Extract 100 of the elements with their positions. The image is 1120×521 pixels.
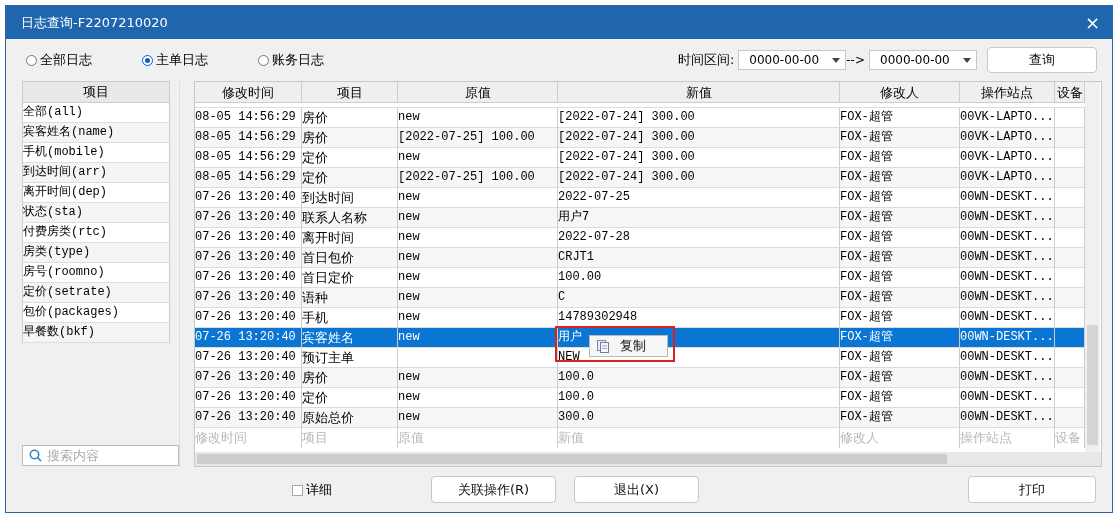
- table-cell: 00WN-DESKT...: [960, 350, 1054, 364]
- item-list-entry[interactable]: 状态(sta): [22, 203, 170, 223]
- table-cell: 00WN-DESKT...: [960, 210, 1054, 224]
- log-type-radio[interactable]: 主单日志: [142, 51, 208, 69]
- table-cell: new: [398, 330, 420, 344]
- item-list-entry[interactable]: 宾客姓名(name): [22, 123, 170, 143]
- detail-checkbox[interactable]: 详细: [292, 481, 332, 499]
- item-list-entry[interactable]: 付费房类(rtc): [22, 223, 170, 243]
- column-header[interactable]: 原值: [398, 82, 558, 103]
- table-cell: FOX-超管: [840, 250, 893, 264]
- item-list-entry[interactable]: 全部(all): [22, 103, 170, 123]
- table-cell: 首日包价: [302, 250, 354, 265]
- table-cell: 离开时间: [302, 230, 354, 245]
- column-header[interactable]: 操作站点: [960, 82, 1055, 103]
- table-cell: 用户7: [558, 210, 590, 224]
- table-row[interactable]: 08-05 14:56:29 定价 new [2022-07-24] 300.00 FOX-超管 00VK-LAPTO...: [195, 148, 1085, 168]
- table-cell: FOX-超管: [840, 310, 893, 324]
- table-row[interactable]: 07-26 13:20:40 语种 new C FOX-超管 00WN-DESKT...: [195, 288, 1085, 308]
- table-cell: 00WN-DESKT...: [960, 390, 1054, 404]
- table-cell: CRJT1: [558, 250, 594, 264]
- item-list-entry[interactable]: 到达时间(arr): [22, 163, 170, 183]
- table-cell: new: [398, 190, 420, 204]
- table-cell: new: [398, 290, 420, 304]
- table-cell: 00WN-DESKT...: [960, 190, 1054, 204]
- table-cell: 00VK-LAPTO...: [960, 150, 1054, 164]
- item-list-entry[interactable]: 手机(mobile): [22, 143, 170, 163]
- related-operations-button[interactable]: 关联操作(R): [431, 476, 556, 503]
- table-cell: 宾客姓名: [302, 330, 354, 345]
- table-cell: 07-26 13:20:40: [195, 290, 296, 304]
- table-cell: 00WN-DESKT...: [960, 290, 1054, 304]
- column-header[interactable]: 修改人: [840, 82, 960, 103]
- table-row[interactable]: 07-26 13:20:40 首日定价 new 100.00 FOX-超管 00WN-DESKT...: [195, 268, 1085, 288]
- horizontal-scrollbar[interactable]: [195, 452, 1101, 466]
- table-cell: 07-26 13:20:40: [195, 390, 296, 404]
- table-row[interactable]: 07-26 13:20:40 定价 new 100.0 FOX-超管 00WN-DESKT...: [195, 388, 1085, 408]
- table-cell: 100.0: [558, 370, 594, 384]
- table-row[interactable]: 07-26 13:20:40 到达时间 new 2022-07-25 FOX-超管 00WN-DESKT...: [195, 188, 1085, 208]
- table-cell: [2022-07-24] 300.00: [558, 110, 695, 124]
- table-row[interactable]: 08-05 14:56:29 房价 new [2022-07-24] 300.00 FOX-超管 00VK-LAPTO...: [195, 108, 1085, 128]
- table-row[interactable]: 08-05 14:56:29 定价 [2022-07-25] 100.00 [2022-07-24] 300.00 FOX-超管 00VK-LAPTO...: [195, 168, 1085, 188]
- table-cell: FOX-超管: [840, 330, 893, 344]
- table-cell: 14789302948: [558, 310, 638, 324]
- item-list-entry[interactable]: 定价(setrate): [22, 283, 170, 303]
- table-cell: 用户: [558, 330, 582, 344]
- table-cell: new: [398, 370, 420, 384]
- table-cell: FOX-超管: [840, 230, 893, 244]
- table-cell: 定价: [302, 150, 328, 165]
- table-cell: 预订主单: [302, 350, 354, 365]
- radio-label: 全部日志: [40, 51, 92, 69]
- table-cell: 100.0: [558, 390, 594, 404]
- column-header[interactable]: 新值: [558, 82, 840, 103]
- date-to-dropdown[interactable]: 0000-00-00: [869, 50, 977, 70]
- table-cell: 08-05 14:56:29: [195, 170, 296, 184]
- query-button[interactable]: 查询: [987, 47, 1097, 73]
- table-cell: 原始总价: [302, 410, 354, 425]
- search-field[interactable]: 搜索内容: [22, 445, 179, 466]
- table-row[interactable]: 07-26 13:20:40 联系人名称 new 用户7 FOX-超管 00WN-DESKT...: [195, 208, 1085, 228]
- exit-button[interactable]: 退出(X): [574, 476, 699, 503]
- table-row[interactable]: 07-26 13:20:40 首日包价 new CRJT1 FOX-超管 00WN-DESKT...: [195, 248, 1085, 268]
- table-cell: new: [398, 230, 420, 244]
- column-header[interactable]: 修改时间: [195, 82, 302, 103]
- item-list-entry[interactable]: 房号(roomno): [22, 263, 170, 283]
- item-list-entry[interactable]: 早餐数(bkf): [22, 323, 170, 343]
- table-cell: FOX-超管: [840, 410, 893, 424]
- print-button[interactable]: 打印: [968, 476, 1096, 503]
- table-cell: FOX-超管: [840, 210, 893, 224]
- table-cell: 100.00: [558, 270, 602, 284]
- item-list-entry[interactable]: 房类(type): [22, 243, 170, 263]
- table-cell: 2022-07-28: [558, 230, 630, 244]
- table-row[interactable]: 07-26 13:20:40 房价 new 100.0 FOX-超管 00WN-DESKT...: [195, 368, 1085, 388]
- table-cell: 手机: [302, 310, 328, 325]
- log-type-radio[interactable]: 全部日志: [26, 51, 92, 69]
- table-cell: new: [398, 310, 420, 324]
- log-type-radio[interactable]: 账务日志: [258, 51, 324, 69]
- table-cell: FOX-超管: [840, 290, 893, 304]
- table-cell: 定价: [302, 390, 328, 405]
- table-cell: FOX-超管: [840, 270, 893, 284]
- table-cell: [2022-07-24] 300.00: [558, 170, 695, 184]
- table-cell: 00WN-DESKT...: [960, 230, 1054, 244]
- table-cell: 07-26 13:20:40: [195, 410, 296, 424]
- range-arrow: -->: [846, 53, 865, 67]
- vertical-scrollbar[interactable]: [1085, 82, 1100, 452]
- table-row[interactable]: 08-05 14:56:29 房价 [2022-07-25] 100.00 [2022-07-24] 300.00 FOX-超管 00VK-LAPTO...: [195, 128, 1085, 148]
- table-cell: 到达时间: [302, 190, 354, 205]
- list-header: 项目: [22, 81, 170, 103]
- table-cell: 08-05 14:56:29: [195, 130, 296, 144]
- table-cell: NEW: [558, 350, 580, 364]
- date-from-dropdown[interactable]: 0000-00-00: [738, 50, 847, 70]
- table-cell: 07-26 13:20:40: [195, 210, 296, 224]
- clipboard-icon: [596, 339, 610, 353]
- table-row[interactable]: 07-26 13:20:40 原始总价 new 300.0 FOX-超管 00WN-DESKT...: [195, 408, 1085, 428]
- close-button[interactable]: ×: [1084, 12, 1100, 33]
- column-header[interactable]: 项目: [302, 82, 398, 103]
- item-list-entry[interactable]: 包价(packages): [22, 303, 170, 323]
- search-input[interactable]: 搜索内容: [47, 448, 167, 463]
- table-cell: 07-26 13:20:40: [195, 370, 296, 384]
- radio-label: 账务日志: [272, 51, 324, 69]
- table-row[interactable]: 07-26 13:20:40 手机 new 14789302948 FOX-超管 00WN-DESKT...: [195, 308, 1085, 328]
- item-list-entry[interactable]: 离开时间(dep): [22, 183, 170, 203]
- table-row[interactable]: 07-26 13:20:40 离开时间 new 2022-07-28 FOX-超管 00WN-DESKT...: [195, 228, 1085, 248]
